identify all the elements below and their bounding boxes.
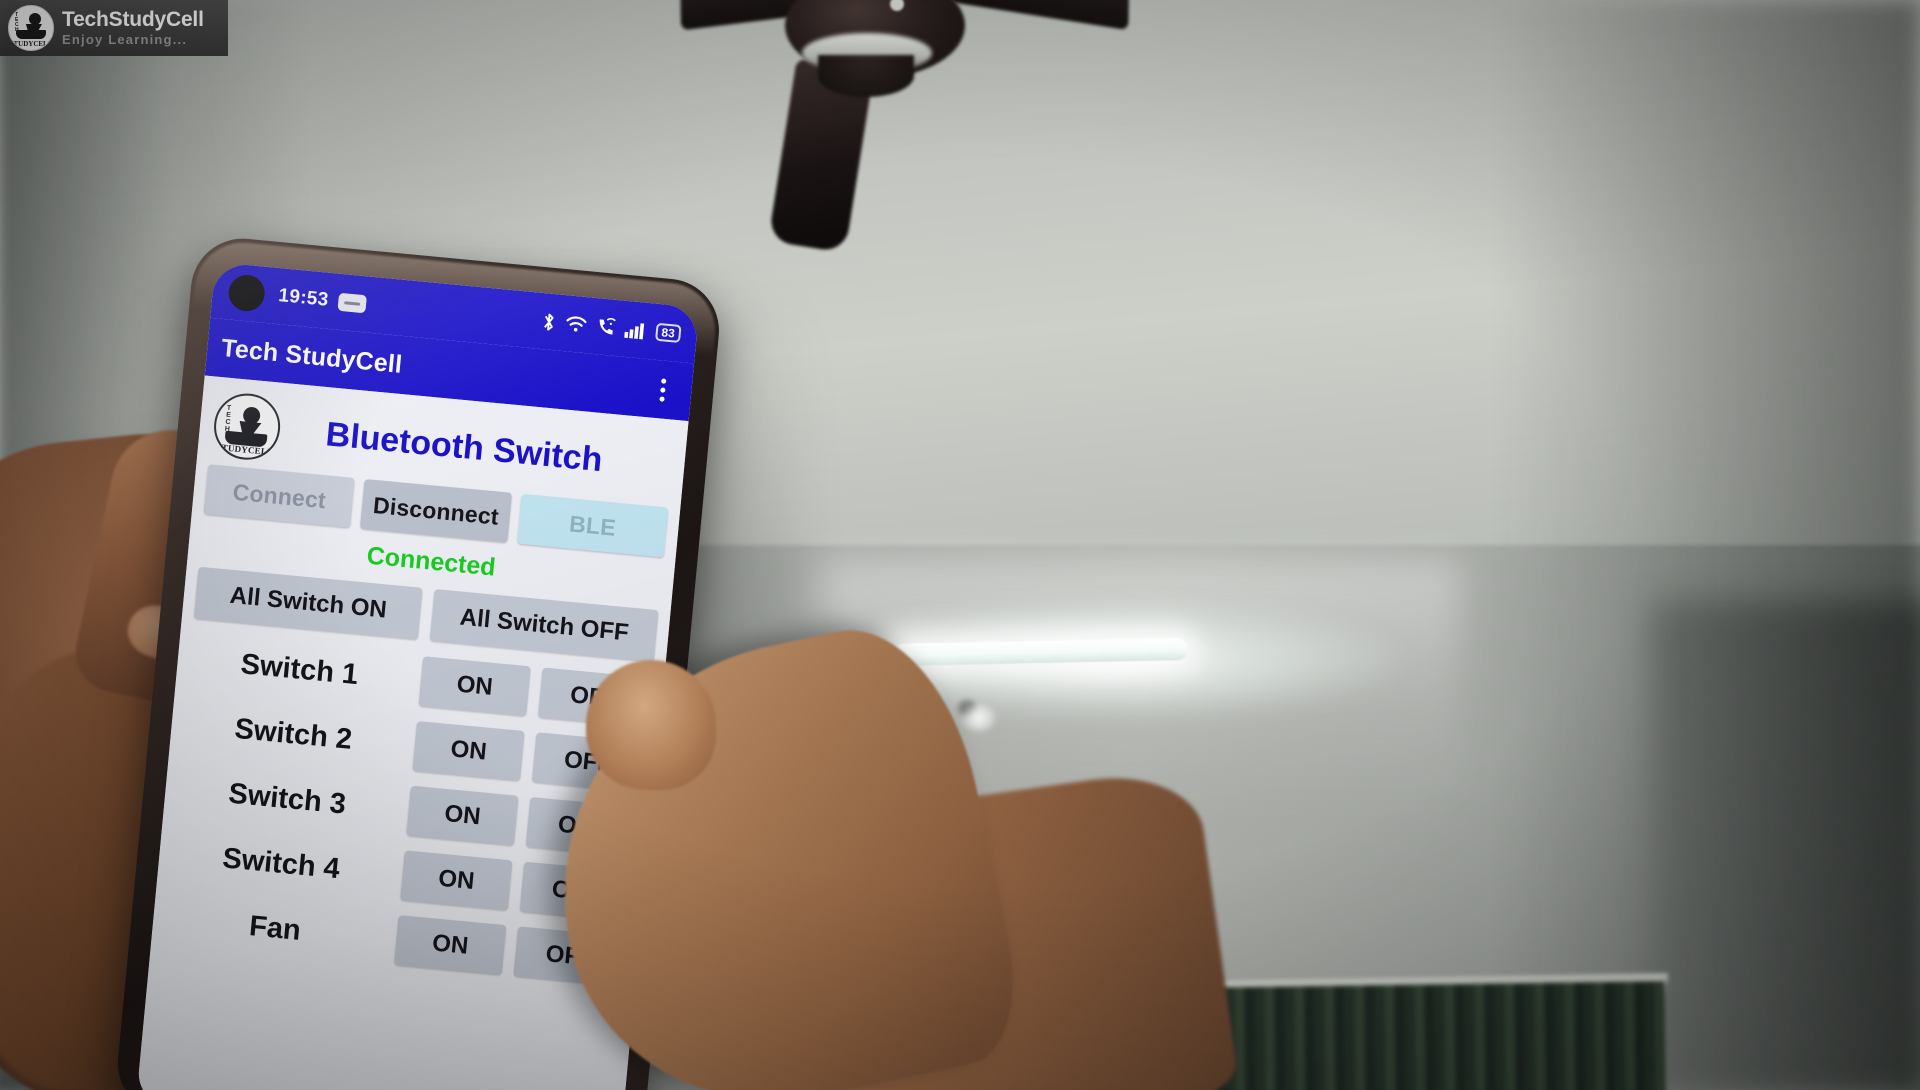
channel-watermark: TECH STUDYCELL TechStudyCell Enjoy Learn… [0, 0, 228, 56]
fan-blade-right [940, 0, 1130, 31]
status-bar-clock: 19:53 [277, 285, 330, 311]
watermark-logo-head [29, 13, 41, 25]
front-camera-punch-hole [227, 273, 267, 313]
switch-label: Switch 4 [221, 841, 342, 885]
status-bar-icons: 83 [540, 310, 682, 344]
vowifi-call-icon [595, 316, 617, 338]
watermark-text-block: TechStudyCell Enjoy Learning... [62, 8, 204, 47]
bluetooth-icon [540, 310, 557, 332]
notification-chip-icon [337, 292, 368, 314]
logo-name-text: STUDYCELL [216, 441, 274, 458]
watermark-title: TechStudyCell [62, 8, 204, 32]
ceiling-light-spot [962, 705, 996, 731]
page-title: Bluetooth Switch [324, 414, 605, 479]
studycell-logo-icon: TECH STUDYCELL [211, 390, 284, 463]
watermark-subtitle: Enjoy Learning... [62, 31, 188, 47]
switch-label: Switch 3 [227, 777, 348, 821]
switch-label: Fan [247, 909, 303, 947]
right-dark-panel [1650, 600, 1920, 1090]
status-bar-spacer [366, 304, 541, 321]
switch-label: Switch 1 [239, 647, 360, 691]
ceiling-fan [680, 0, 1130, 253]
techstudycell-logo-icon: TECH STUDYCELL [8, 5, 54, 51]
watermark-logo-book [16, 30, 46, 39]
watermark-logo-name: STUDYCELL [9, 40, 53, 48]
logo-tech-letters: TECH [224, 404, 232, 434]
screenshot-scene: 19:53 83 Tech StudyCell T E C H STUDYCEL… [0, 0, 1920, 1090]
switch-on-button[interactable]: ON [400, 850, 513, 911]
wifi-icon [564, 314, 588, 334]
switch-label: Switch 2 [233, 712, 354, 756]
finger-tip [586, 660, 716, 790]
more-options-icon[interactable] [646, 371, 679, 409]
signal-bars-icon [623, 320, 648, 340]
fan-hub-cap [818, 55, 914, 97]
battery-icon: 83 [654, 322, 682, 344]
switch-on-button[interactable]: ON [412, 720, 525, 781]
app-title: Tech StudyCell [220, 333, 404, 379]
switch-on-button[interactable]: ON [394, 915, 507, 976]
switch-on-button[interactable]: ON [418, 656, 531, 717]
switch-on-button[interactable]: ON [406, 785, 519, 846]
